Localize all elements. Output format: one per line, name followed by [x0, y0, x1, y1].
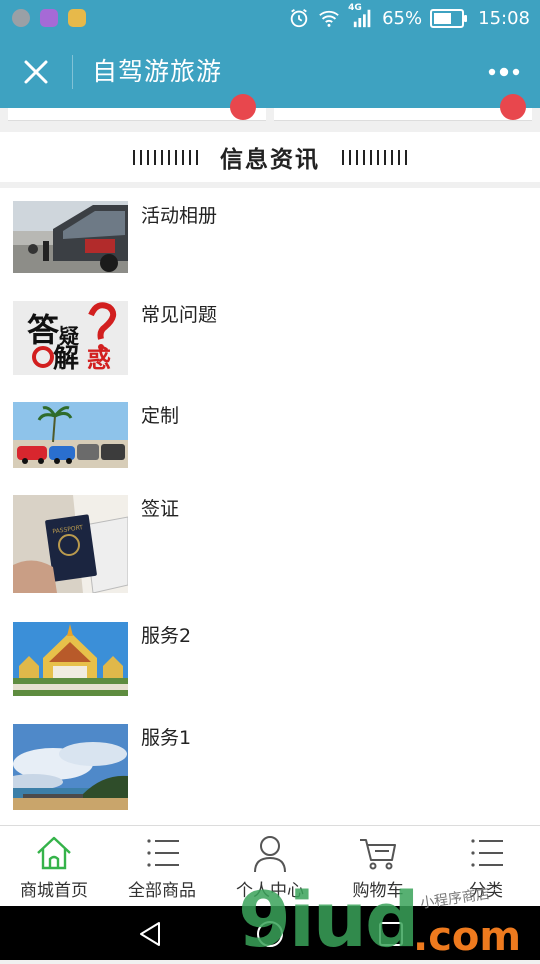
signal-indicator: 4G	[348, 3, 374, 29]
news-title: 签证	[141, 498, 180, 520]
back-icon[interactable]	[137, 920, 165, 948]
wifi-icon	[319, 10, 339, 27]
status-bar: 4G 65% 15:08	[0, 0, 540, 36]
car-event-photo	[13, 201, 128, 273]
news-title: 活动相册	[141, 205, 218, 227]
product-card-right[interactable]	[274, 94, 532, 121]
tab-all-products[interactable]: 全部商品	[108, 826, 216, 907]
status-right: 4G 65% 15:08	[288, 3, 530, 30]
gallery-app-icon	[40, 9, 58, 27]
battery-icon	[430, 8, 468, 28]
home-circle-icon[interactable]	[256, 920, 284, 948]
tab-home[interactable]: 商城首页	[0, 826, 108, 907]
add-to-cart-badge[interactable]	[500, 94, 526, 120]
add-to-cart-badge[interactable]	[230, 94, 256, 120]
list-item[interactable]: 定制	[0, 388, 540, 482]
list-item[interactable]: 答 疑 解 惑 常见问题	[0, 287, 540, 389]
tab-user-center[interactable]: 个人中心	[216, 826, 324, 907]
battery-percent: 65%	[382, 7, 423, 29]
tab-label: 商城首页	[20, 881, 88, 901]
faq-calligraphy-image: 答 疑 解 惑	[13, 301, 128, 375]
news-title: 服务1	[141, 727, 192, 749]
news-list: 活动相册 答 疑 解 惑 常见问题 定制 PASSPORT 签证 服务2 服务1	[0, 188, 540, 825]
notification-app-icon	[12, 9, 30, 27]
close-icon[interactable]	[18, 54, 54, 90]
thai-temple-photo	[13, 622, 128, 696]
decorative-bars-right	[342, 149, 407, 165]
status-left-icons	[12, 9, 86, 27]
cars-on-beach-photo	[13, 402, 128, 468]
list-item[interactable]: PASSPORT 签证	[0, 481, 540, 609]
category-list-icon	[471, 839, 503, 867]
page-title: 自驾游旅游	[92, 57, 223, 86]
list-item[interactable]: 服务1	[0, 710, 540, 825]
user-icon	[254, 836, 286, 872]
news-title: 服务2	[141, 625, 192, 647]
system-nav-bar	[0, 906, 540, 960]
news-title: 定制	[141, 405, 180, 427]
news-title: 常见问题	[141, 304, 218, 326]
recent-apps-icon[interactable]	[378, 921, 404, 947]
message-app-icon	[68, 9, 86, 27]
tab-label: 全部商品	[128, 881, 196, 901]
signal-icon	[353, 9, 371, 28]
seaside-sky-photo	[13, 724, 128, 810]
clock: 15:08	[478, 7, 530, 29]
cart-icon	[360, 839, 396, 870]
product-cards-remnant	[0, 94, 540, 130]
passport-photo: PASSPORT	[13, 495, 128, 593]
home-icon	[37, 836, 71, 870]
tab-label: 分类	[469, 881, 503, 901]
section-title: 信息资讯	[220, 147, 320, 173]
decorative-bars-left	[133, 149, 198, 165]
tab-cart[interactable]: 购物车	[324, 826, 432, 907]
title-bar: 自驾游旅游	[0, 36, 540, 108]
more-icon[interactable]	[486, 60, 522, 84]
list-item[interactable]: 活动相册	[0, 188, 540, 288]
svg-text:解: 解	[53, 344, 79, 374]
tab-label: 购物车	[352, 881, 404, 901]
product-card-left[interactable]	[8, 94, 266, 121]
section-header: 信息资讯	[0, 132, 540, 182]
alarm-icon	[290, 8, 308, 28]
tab-label: 个人中心	[236, 881, 304, 901]
list-item[interactable]: 服务2	[0, 608, 540, 711]
tab-bar: 商城首页 全部商品 个人中心 购物车 分类	[0, 825, 540, 907]
title-divider	[72, 55, 73, 89]
tab-category[interactable]: 分类	[432, 826, 540, 907]
list-icon	[147, 839, 179, 867]
